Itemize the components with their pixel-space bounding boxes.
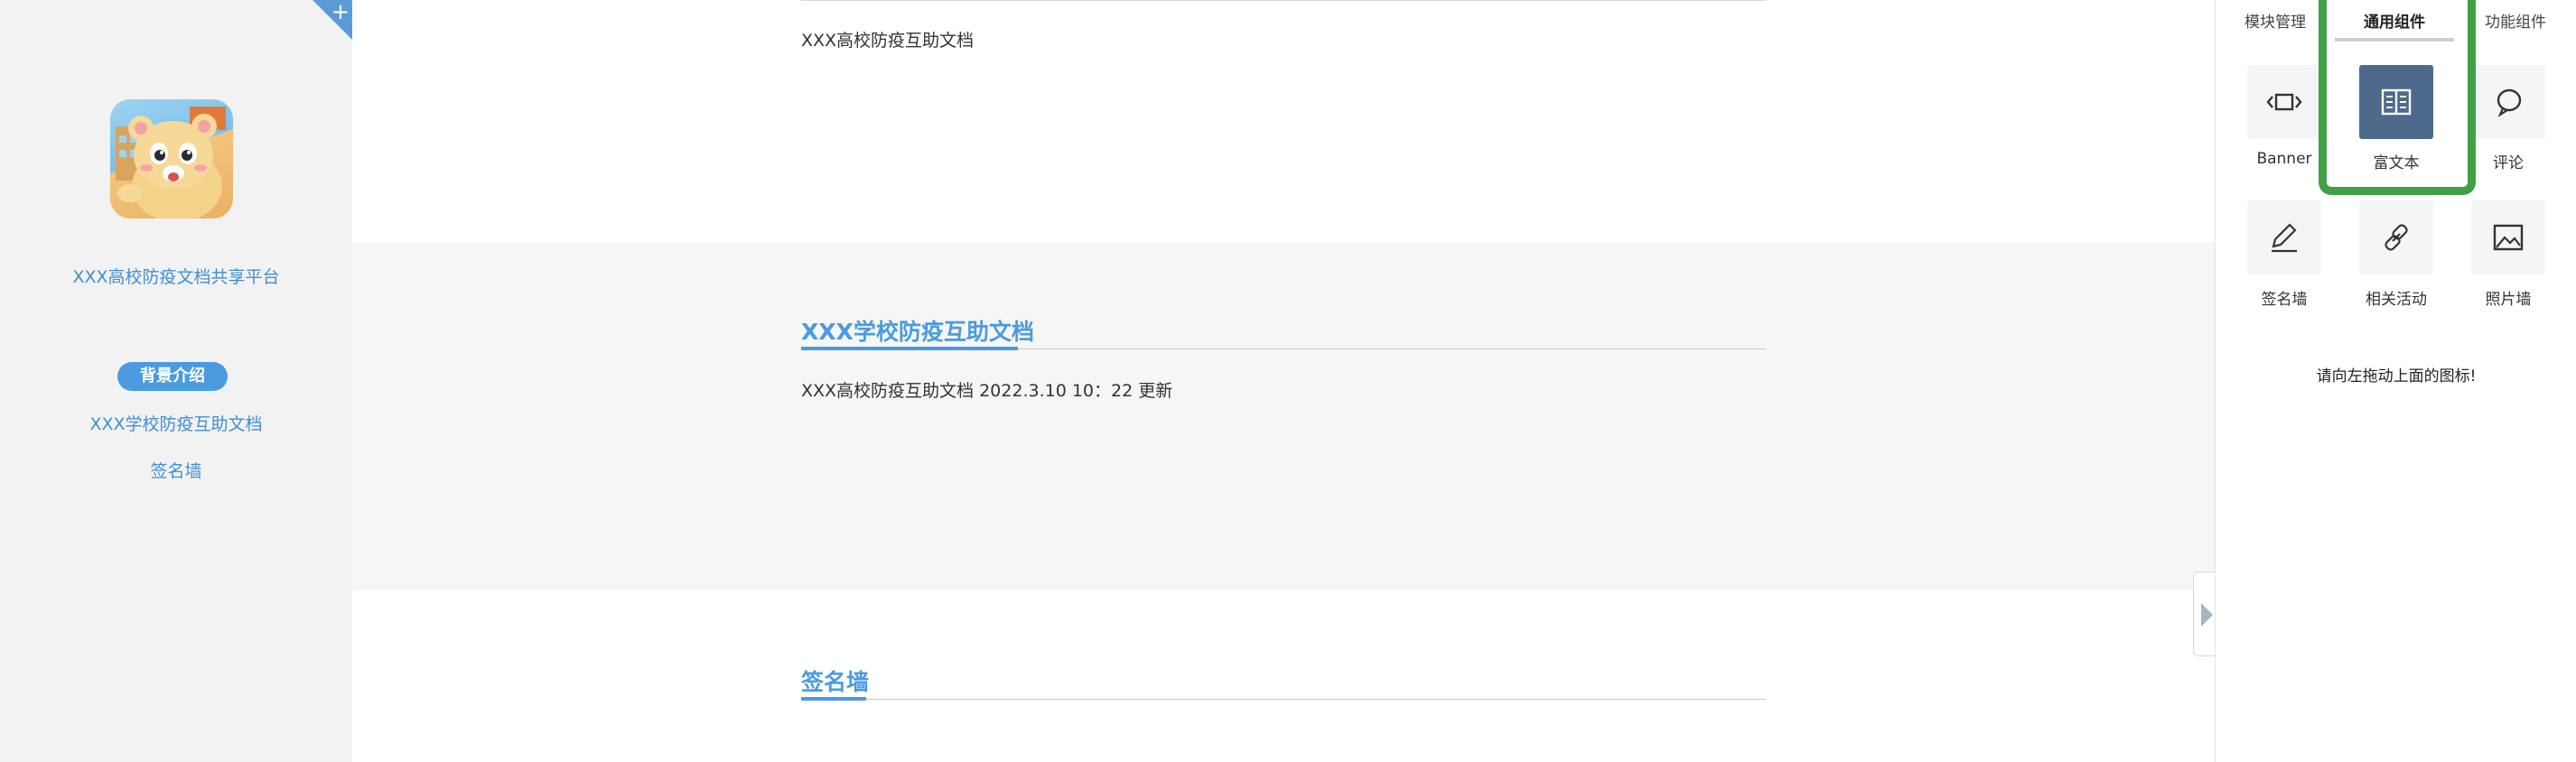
signature-wall-label: 签名墙 [2261, 291, 2308, 309]
section-body-text: XXX高校防疫互助文档 2022.3.10 10：22 更新 [801, 381, 1173, 401]
site-logo [110, 99, 233, 218]
banner-icon [2266, 93, 2302, 111]
panel-collapse-toggle[interactable] [2193, 572, 2217, 656]
section-title-underline [801, 347, 1018, 350]
pencil-icon [2272, 223, 2297, 253]
related-activities-component[interactable] [2359, 200, 2433, 274]
banner-component[interactable] [2247, 65, 2321, 139]
nav-item-background-intro[interactable]: 背景介绍 [117, 362, 228, 391]
comment-icon [2497, 88, 2522, 117]
section-title-underline [801, 697, 866, 701]
comment-component[interactable] [2471, 65, 2545, 139]
cartoon-bear-logo [116, 107, 226, 218]
link-icon [2385, 224, 2408, 251]
section-divider [801, 699, 1766, 700]
signature-wall-component[interactable] [2247, 200, 2321, 274]
photo-wall-component[interactable] [2471, 200, 2545, 274]
main-content: XXX高校防疫互助文档 XXX学校防疫互助文档 XXX高校防疫互助文档 2022… [352, 0, 2215, 762]
nav-item-epidemic-docs[interactable]: XXX学校防疫互助文档 [0, 411, 352, 435]
section-epidemic-docs[interactable]: XXX学校防疫互助文档 XXX高校防疫互助文档 2022.3.10 10：22 … [352, 242, 2215, 590]
site-title[interactable]: XXX高校防疫文档共享平台 [0, 264, 352, 288]
highlight-annotation [2319, 0, 2476, 195]
drag-hint-text: 请向左拖动上面的图标! [2316, 367, 2477, 386]
nav-item-signature-wall[interactable]: 签名墙 [0, 458, 352, 482]
photo-wall-label: 照片墙 [2485, 291, 2532, 309]
plus-icon[interactable]: + [331, 0, 350, 25]
sidebar: + XXX高校防疫文档共享平台 背景介绍 XXX学校防疫互助文档 签名墙 [0, 0, 352, 762]
tab-module-management[interactable]: 模块管理 [2216, 9, 2335, 32]
caret-right-icon [2201, 603, 2213, 627]
divider [801, 0, 1766, 1]
intro-text: XXX高校防疫互助文档 [801, 31, 975, 51]
related-activities-label: 相关活动 [2366, 291, 2427, 309]
section-title-signature-wall: 签名墙 [801, 669, 870, 695]
image-icon [2493, 224, 2524, 251]
section-title: XXX学校防疫互助文档 [801, 319, 1034, 345]
